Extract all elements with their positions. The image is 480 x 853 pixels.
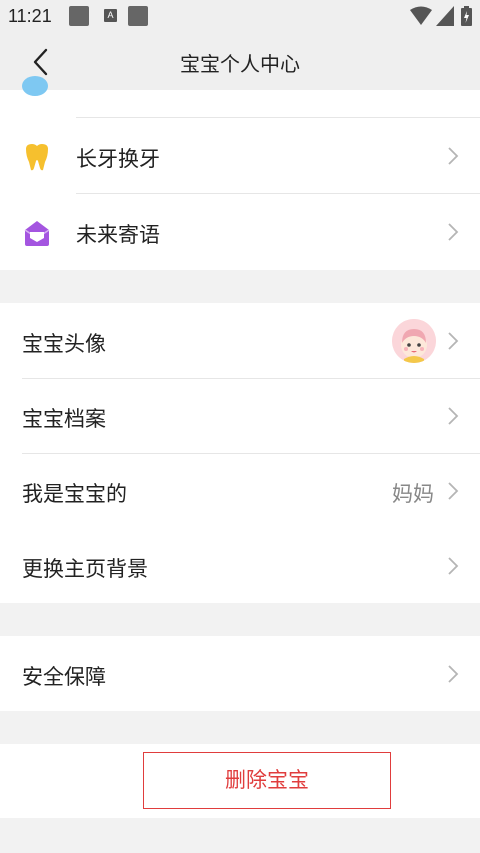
wifi-icon: [410, 6, 432, 25]
notification-square-icon: [128, 6, 148, 26]
list-item-teeth[interactable]: 长牙换牙: [0, 118, 480, 194]
delete-baby-button[interactable]: 删除宝宝: [143, 752, 391, 809]
list-item-avatar[interactable]: 宝宝头像: [0, 303, 480, 379]
chevron-right-icon: [448, 147, 459, 165]
list-item-label: 更换主页背景: [22, 557, 148, 581]
envelope-icon: [24, 221, 50, 246]
list-item-label: 我是宝宝的: [22, 482, 127, 506]
notification-a-icon: A: [104, 9, 117, 22]
notification-square-icon: [69, 6, 89, 26]
status-time: 11:21: [8, 6, 52, 26]
list-item-label: 宝宝头像: [22, 332, 106, 356]
list-item-relation[interactable]: 我是宝宝的 妈妈: [0, 453, 480, 529]
page-title: 宝宝个人中心: [180, 52, 300, 76]
list-item-future-message[interactable]: 未来寄语: [0, 194, 480, 270]
chevron-right-icon: [448, 482, 459, 500]
status-bar: 11:21 A: [0, 0, 480, 34]
partial-row-icon: [22, 76, 48, 96]
list-item-label: 未来寄语: [76, 223, 160, 247]
signal-icon: [436, 6, 454, 26]
list-item-label: 长牙换牙: [76, 147, 160, 171]
chevron-right-icon: [448, 332, 459, 350]
list-item-label: 宝宝档案: [22, 407, 106, 431]
battery-charging-icon: [461, 6, 472, 26]
list-item-label: 安全保障: [22, 665, 106, 689]
chevron-right-icon: [448, 407, 459, 425]
chevron-right-icon: [448, 557, 459, 575]
delete-section: 删除宝宝: [0, 744, 480, 818]
safety-section: 安全保障: [0, 636, 480, 711]
chevron-right-icon: [448, 665, 459, 683]
avatar: [392, 319, 436, 363]
growth-section: 长牙换牙 未来寄语: [0, 76, 480, 270]
nav-bar: 宝宝个人中心: [0, 34, 480, 90]
tooth-icon: [26, 144, 48, 171]
list-item-baby-profile[interactable]: 宝宝档案: [0, 378, 480, 454]
list-item-change-background[interactable]: 更换主页背景: [0, 528, 480, 604]
chevron-right-icon: [448, 223, 459, 241]
profile-section: 宝宝头像 宝宝档案 我是宝宝的 妈妈 更换主页背景: [0, 303, 480, 603]
list-item-safety[interactable]: 安全保障: [0, 636, 480, 712]
relation-value: 妈妈: [392, 482, 434, 506]
